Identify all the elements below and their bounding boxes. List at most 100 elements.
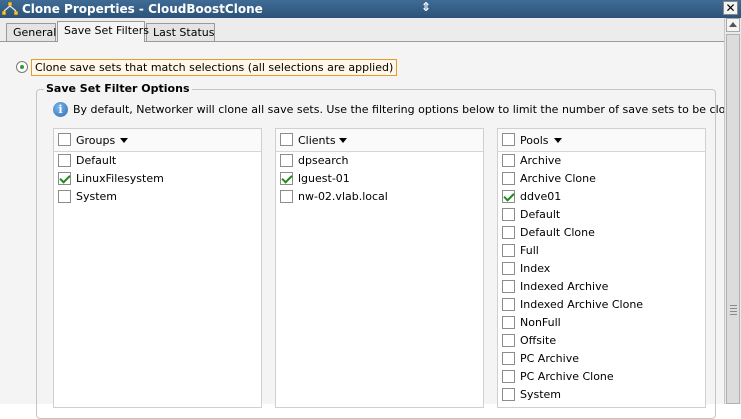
list-item-label: Archive [520,154,562,167]
chevron-down-icon[interactable] [554,138,562,143]
list-item[interactable]: nw-02.vlab.local [276,188,483,206]
tab-last-status-label: Last Status [153,26,215,39]
tab-last-status[interactable]: Last Status [146,23,215,41]
pool-checkbox-archive-clone[interactable] [502,172,515,185]
close-button[interactable]: ✕ [723,1,738,15]
list-item[interactable]: Indexed Archive Clone [498,296,705,314]
close-icon: ✕ [725,1,736,15]
title-bar: Clone Properties - CloudBoostClone ⇕ ✕ [0,0,741,18]
pool-checkbox-offsite[interactable] [502,334,515,347]
scroll-thumb[interactable] [726,34,740,404]
list-item[interactable]: ddve01 [498,188,705,206]
list-item-label: Archive Clone [520,172,596,185]
list-item[interactable]: lguest-01 [276,170,483,188]
list-item[interactable]: Default Clone [498,224,705,242]
group-checkbox-system[interactable] [58,190,71,203]
list-item-label: Default [520,208,561,221]
group-checkbox-linuxfilesystem[interactable] [58,172,71,185]
clients-select-all-checkbox[interactable] [280,133,293,146]
pool-checkbox-system[interactable] [502,388,515,401]
pool-checkbox-pc-archive[interactable] [502,352,515,365]
vertical-scrollbar[interactable] [724,18,741,404]
info-text: By default, Networker will clone all sav… [73,103,741,116]
list-item[interactable]: System [498,386,705,404]
pool-checkbox-default-clone[interactable] [502,226,515,239]
chevron-down-icon[interactable] [339,138,347,143]
grip-line [730,308,737,309]
list-item[interactable]: Archive [498,152,705,170]
pool-checkbox-full[interactable] [502,244,515,257]
pools-list-header: Pools [498,129,705,152]
client-checkbox-dpsearch[interactable] [280,154,293,167]
clone-match-radio[interactable] [16,61,28,73]
clients-list-header: Clients [276,129,483,152]
move-cursor-icon: ⇕ [421,0,432,14]
list-item-label: Indexed Archive [520,280,609,293]
list-item-label: ddve01 [520,190,562,203]
list-item-label: nw-02.vlab.local [298,190,388,203]
pool-checkbox-nonfull[interactable] [502,316,515,329]
client-checkbox-lguest-01[interactable] [280,172,293,185]
list-item-label: Indexed Archive Clone [520,298,644,311]
client-checkbox-nw-02[interactable] [280,190,293,203]
list-item-label: Default Clone [520,226,595,239]
pool-checkbox-default[interactable] [502,208,515,221]
pools-header-label: Pools [520,134,549,147]
pools-list[interactable]: Pools Archive Archive Clone ddve01 Defau… [497,128,706,408]
list-item-label: lguest-01 [298,172,350,185]
groups-list-header: Groups [54,129,261,152]
list-item[interactable]: System [54,188,261,206]
pool-checkbox-pc-archive-clone[interactable] [502,370,515,383]
list-item-label: PC Archive Clone [520,370,614,383]
list-item[interactable]: LinuxFilesystem [54,170,261,188]
chevron-down-icon[interactable] [120,138,128,143]
list-item[interactable]: dpsearch [276,152,483,170]
list-item-label: NonFull [520,316,561,329]
pool-checkbox-archive[interactable] [502,154,515,167]
group-checkbox-default[interactable] [58,154,71,167]
pool-checkbox-ddve01[interactable] [502,190,515,203]
list-item[interactable]: Index [498,260,705,278]
groups-header-label: Groups [76,134,116,147]
tab-general-label: General [13,26,57,39]
list-item-label: LinuxFilesystem [76,172,164,185]
list-item[interactable]: Full [498,242,705,260]
list-item-label: Full [520,244,539,257]
list-item[interactable]: NonFull [498,314,705,332]
groups-select-all-checkbox[interactable] [58,133,71,146]
grip-line [730,311,737,312]
list-item-label: System [520,388,562,401]
clients-header-label: Clients [298,134,336,147]
list-item[interactable]: Default [54,152,261,170]
list-item-label: Offsite [520,334,557,347]
grip-line [730,314,737,315]
list-item[interactable]: Offsite [498,332,705,350]
list-item-label: PC Archive [520,352,579,365]
list-item[interactable]: Archive Clone [498,170,705,188]
tab-content: Clone save sets that match selections (a… [0,42,741,419]
pool-checkbox-indexed-archive[interactable] [502,280,515,293]
pool-checkbox-indexed-archive-clone[interactable] [502,298,515,311]
scroll-up-button[interactable] [726,18,740,32]
list-item[interactable]: PC Archive [498,350,705,368]
info-icon: i [53,102,68,117]
window-title: Clone Properties - CloudBoostClone [22,2,263,16]
list-item[interactable]: Indexed Archive [498,278,705,296]
clone-match-radio-label[interactable]: Clone save sets that match selections (a… [31,59,398,76]
grip-line [730,305,737,306]
tab-save-set-filters-label: Save Set Filters [64,24,150,37]
tab-general[interactable]: General [6,23,56,41]
network-clone-icon [2,2,18,16]
pools-select-all-checkbox[interactable] [502,133,515,146]
tab-strip: General Save Set Filters Last Status [0,18,724,42]
tab-save-set-filters[interactable]: Save Set Filters [57,21,149,42]
list-item[interactable]: Default [498,206,705,224]
clients-list[interactable]: Clients dpsearch lguest-01 nw-02.vlab.lo… [275,128,484,408]
pool-checkbox-index[interactable] [502,262,515,275]
list-item-label: Index [520,262,551,275]
list-item-label: Default [76,154,117,167]
groups-list[interactable]: Groups Default LinuxFilesystem System [53,128,262,408]
list-item-label: System [76,190,118,203]
list-item[interactable]: PC Archive Clone [498,368,705,386]
list-item-label: dpsearch [298,154,349,167]
